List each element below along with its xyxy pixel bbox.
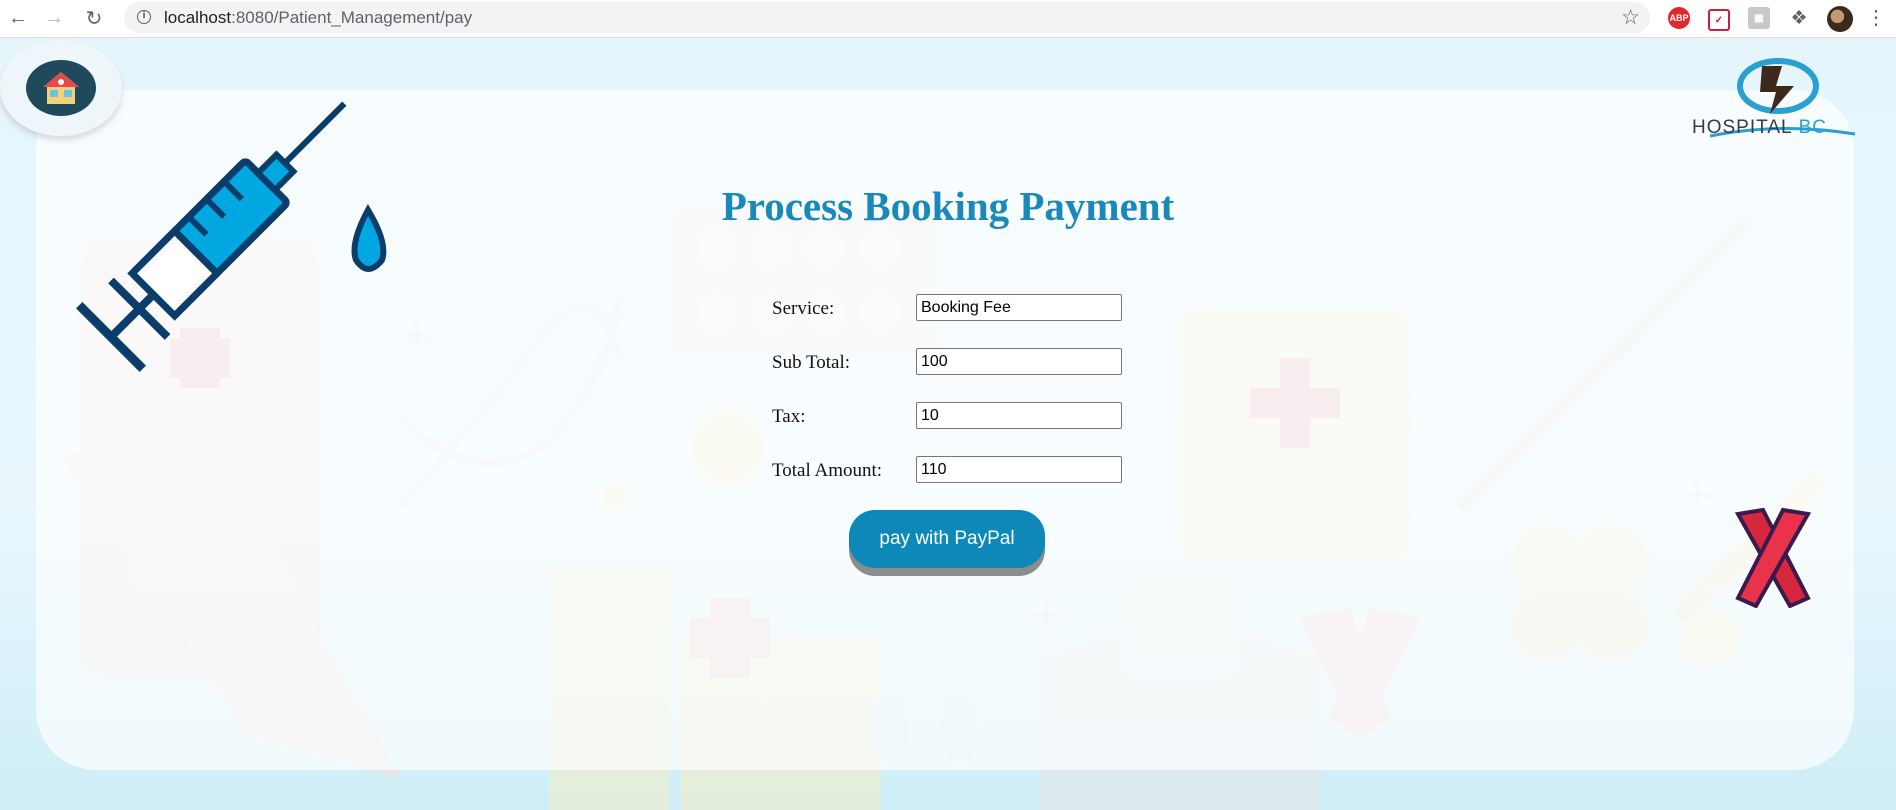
tax-input[interactable] [916,402,1122,429]
syringe-icon [76,101,387,372]
total-amount-label: Total Amount: [772,460,883,481]
reload-icon[interactable]: ↻ [76,0,112,36]
forward-arrow-icon[interactable]: → [36,0,72,36]
awareness-ribbon-icon [1734,507,1812,608]
total-amount-input[interactable] [916,456,1122,483]
extensions-puzzle-icon[interactable]: ❖ [1788,7,1810,29]
menu-dots-icon[interactable]: ⋮ [1866,4,1886,32]
info-icon[interactable]: i [137,10,151,24]
tax-label: Tax: [772,406,806,427]
service-input[interactable] [916,294,1122,321]
pocket-extension-icon[interactable]: ✓ [1708,9,1730,31]
page-body: + + + HOSPITALBC [0,38,1896,810]
pay-with-paypal-button[interactable]: pay with PayPal [849,510,1045,568]
back-arrow-icon[interactable]: ← [0,0,36,36]
browser-toolbar: ← → ↻ i localhost:8080/Patient_Managemen… [0,0,1896,38]
profile-avatar[interactable] [1827,6,1853,32]
hospital-bc-logo: HOSPITAL BC [1690,56,1860,152]
star-icon[interactable]: ☆ [1621,5,1640,30]
tampermonkey-extension-icon[interactable]: ▦ [1748,7,1770,29]
page-title: Process Booking Payment [721,183,1175,229]
subtotal-label: Sub Total: [772,352,851,373]
service-label: Service: [772,298,835,319]
address-bar[interactable]: i localhost:8080/Patient_Management/pay … [124,2,1650,33]
adblock-extension-icon[interactable]: ABP [1668,7,1690,29]
url-text[interactable]: localhost:8080/Patient_Management/pay [164,8,472,28]
subtotal-input[interactable] [916,348,1122,375]
